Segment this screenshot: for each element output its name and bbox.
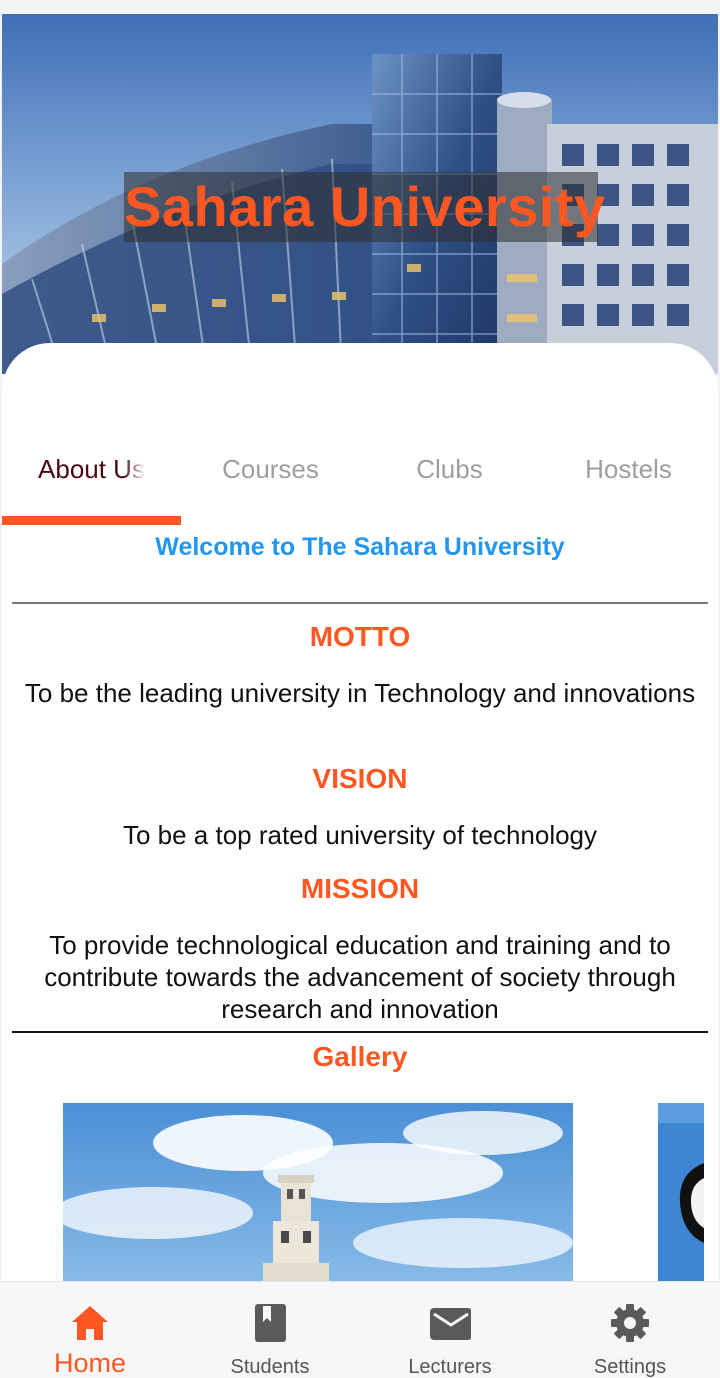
tab-label: Hostels	[585, 454, 672, 484]
book-icon	[255, 1304, 286, 1342]
motto-heading: MOTTO	[309, 621, 411, 652]
gallery-image[interactable]	[658, 1103, 704, 1281]
bottom-navigation: Home Students Lecturers Settings	[0, 1281, 720, 1378]
mail-icon	[430, 1308, 471, 1340]
tab-courses[interactable]: Courses	[181, 443, 360, 527]
status-bar	[0, 0, 720, 14]
gallery-image[interactable]	[63, 1103, 573, 1281]
gallery-heading: Gallery	[312, 1041, 408, 1072]
content-sheet: About Us Courses Clubs Hostels Welcome t…	[2, 343, 718, 1281]
vision-heading: VISION	[312, 763, 408, 794]
mission-heading: MISSION	[300, 873, 420, 904]
nav-settings[interactable]: Settings	[540, 1282, 720, 1378]
welcome-text: Welcome to The Sahara University	[155, 533, 565, 561]
active-tab-indicator	[2, 516, 181, 525]
nav-lecturers[interactable]: Lecturers	[360, 1282, 540, 1378]
nav-label: Settings	[593, 1356, 667, 1378]
divider	[12, 1031, 708, 1033]
nav-label: Lecturers	[408, 1356, 492, 1378]
tab-about-us[interactable]: About Us	[2, 443, 181, 527]
vision-text: To be a top rated university of technolo…	[122, 820, 598, 850]
tab-hostels[interactable]: Hostels	[539, 443, 718, 527]
home-icon	[72, 1306, 108, 1340]
university-title: Sahara University	[124, 172, 605, 242]
nav-label: Home	[53, 1348, 127, 1378]
tab-clubs[interactable]: Clubs	[360, 443, 539, 527]
gallery-photo-partial	[658, 1103, 704, 1281]
tab-bar: About Us Courses Clubs Hostels	[2, 443, 718, 527]
mission-text: To provide technological education and t…	[44, 930, 676, 1024]
nav-students[interactable]: Students	[180, 1282, 360, 1378]
tab-label: About Us	[38, 454, 145, 484]
tab-label: Clubs	[416, 454, 483, 484]
divider	[12, 602, 708, 604]
nav-label: Students	[230, 1356, 310, 1378]
motto-text: To be the leading university in Technolo…	[24, 678, 696, 708]
tab-label: Courses	[222, 454, 319, 484]
nav-home[interactable]: Home	[0, 1282, 180, 1378]
gallery-photo-tower	[63, 1103, 573, 1281]
gear-icon	[611, 1304, 649, 1342]
header-banner: Sahara University	[2, 14, 718, 374]
